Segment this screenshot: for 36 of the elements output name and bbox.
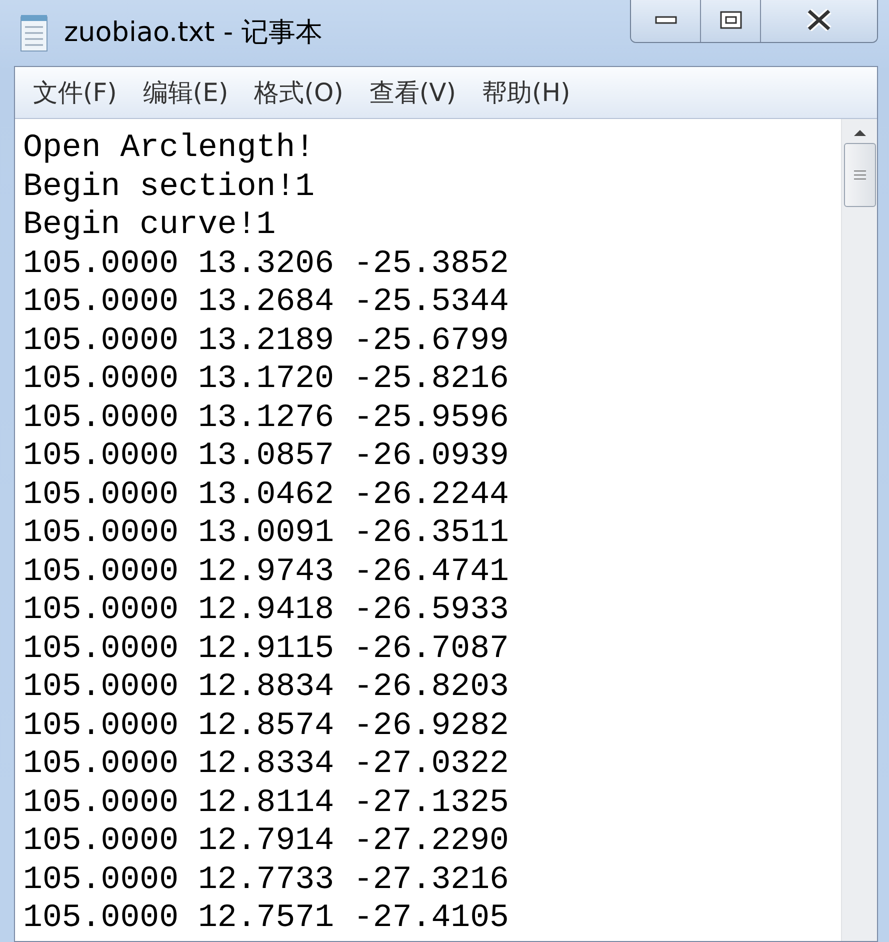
text-line: 105.0000 13.1720 -25.8216	[23, 360, 509, 398]
menu-item[interactable]: 格式(O)	[244, 74, 360, 112]
text-line: 105.0000 12.8334 -27.0322	[23, 745, 509, 784]
close-button[interactable]	[761, 0, 877, 42]
text-line: 105.0000 13.3206 -25.3852	[23, 244, 509, 283]
text-line: 105.0000 12.8574 -26.9282	[23, 706, 509, 745]
text-line: 105.0000 13.2189 -25.6799	[23, 322, 509, 360]
menu-item[interactable]: 编辑(E)	[132, 74, 244, 112]
scroll-thumb[interactable]	[844, 143, 876, 207]
scrollbar[interactable]	[841, 119, 877, 941]
text-line: 105.0000 12.9418 -26.5933	[23, 591, 509, 630]
text-line: Open Arclength!	[23, 129, 315, 168]
text-line: 105.0000 13.2684 -25.5344	[23, 283, 509, 322]
menu-item[interactable]: 文件(F)	[23, 74, 133, 112]
text-line: 105.0000 12.7914 -27.2290	[23, 822, 509, 860]
maximize-button[interactable]	[701, 0, 761, 42]
text-line: Begin curve!1	[23, 206, 276, 244]
grip-icon	[852, 169, 866, 181]
text-line: 105.0000 12.7571 -27.4105	[23, 899, 509, 938]
window-title: zuobiao.txt - 记事本	[64, 16, 323, 50]
menu-item[interactable]: 帮助(H)	[472, 74, 586, 112]
minimize-icon	[654, 16, 676, 24]
text-line: 105.0000 12.7733 -27.3216	[23, 860, 509, 899]
text-line: 105.0000 13.0462 -26.2244	[23, 476, 509, 514]
scroll-up-icon[interactable]	[852, 127, 868, 137]
text-line: 105.0000 12.8834 -26.8203	[23, 668, 509, 706]
text-line: 105.0000 12.8114 -27.1325	[23, 784, 509, 822]
text-line: 105.0000 13.0091 -26.3511	[23, 514, 509, 552]
text-line: 105.0000 13.1276 -25.9596	[23, 398, 509, 437]
maximize-icon	[720, 11, 742, 29]
text-line: 105.0000 12.9743 -26.4741	[23, 552, 509, 591]
close-icon	[806, 9, 832, 31]
text-line: 105.0000 12.9115 -26.7087	[23, 630, 509, 668]
text-line: Begin section!1	[23, 168, 315, 206]
text-line: 105.0000 13.0857 -26.0939	[23, 437, 509, 476]
menu-item[interactable]: 查看(V)	[359, 74, 472, 112]
